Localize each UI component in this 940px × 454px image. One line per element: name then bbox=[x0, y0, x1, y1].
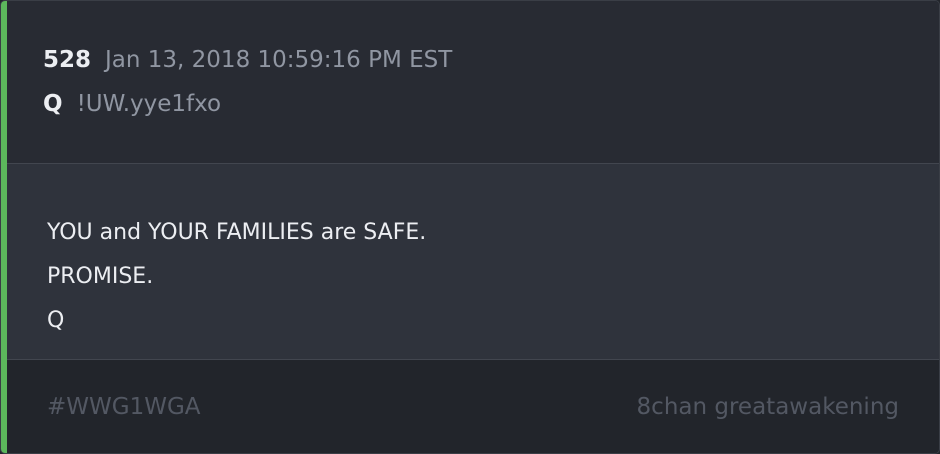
message-line: PROMISE. bbox=[47, 264, 154, 289]
post-card: 528 Jan 13, 2018 10:59:16 PM EST Q !UW.y… bbox=[0, 0, 940, 454]
post-meta-line: 528 Jan 13, 2018 10:59:16 PM EST bbox=[43, 47, 452, 73]
author-name: Q bbox=[43, 91, 63, 117]
message-line: Q bbox=[47, 308, 65, 333]
post-footer: #WWG1WGA 8chan greatawakening bbox=[7, 360, 939, 453]
post-date: Jan 13, 2018 10:59:16 PM EST bbox=[105, 47, 453, 73]
source-label: 8chan greatawakening bbox=[636, 394, 899, 420]
post-body: YOU and YOUR FAMILIES are SAFE. PROMISE.… bbox=[7, 164, 939, 360]
post-message: YOU and YOUR FAMILIES are SAFE. PROMISE.… bbox=[47, 211, 426, 343]
author-line: Q !UW.yye1fxo bbox=[43, 91, 221, 117]
tripcode: !UW.yye1fxo bbox=[76, 91, 222, 117]
post-number[interactable]: 528 bbox=[43, 47, 91, 73]
hashtag: #WWG1WGA bbox=[47, 394, 201, 420]
post-header: 528 Jan 13, 2018 10:59:16 PM EST Q !UW.y… bbox=[7, 1, 939, 164]
message-line: YOU and YOUR FAMILIES are SAFE. bbox=[47, 220, 427, 245]
